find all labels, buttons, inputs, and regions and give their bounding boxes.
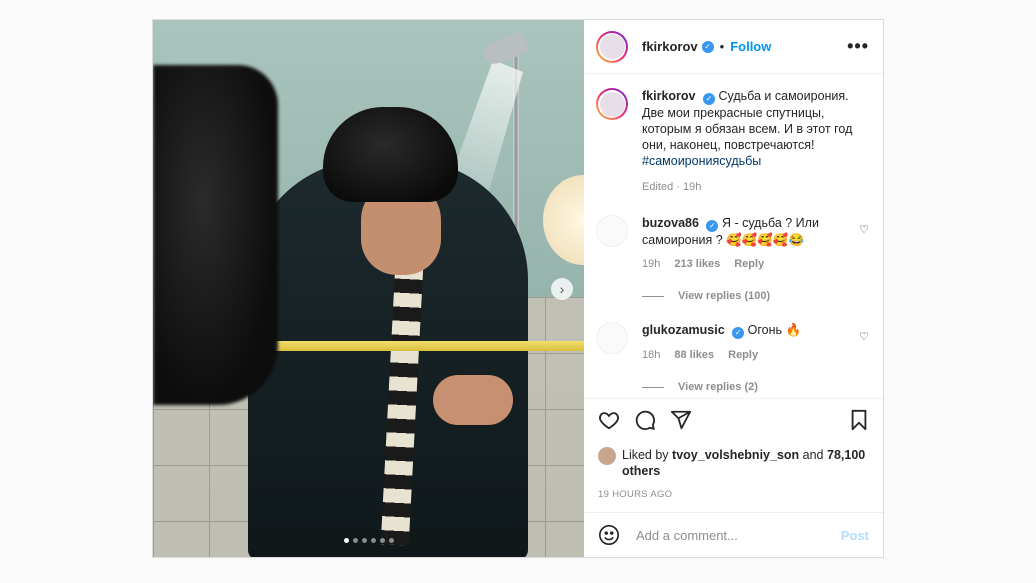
comment-time[interactable]: 19h [642, 256, 660, 272]
verified-badge-icon: ✓ [706, 220, 719, 232]
likes-summary: Liked by tvoy_volshebniy_son and 78,100 … [598, 447, 869, 479]
comment-likes[interactable]: 213 likes [674, 256, 720, 272]
chevron-right-icon: › [559, 281, 565, 297]
caption-username[interactable]: fkirkorov [642, 89, 696, 103]
comment-time[interactable]: 18h [642, 347, 660, 363]
bookmark-icon[interactable] [849, 409, 869, 431]
comment-username[interactable]: buzova86 [642, 216, 699, 230]
carousel-dot [370, 538, 376, 543]
like-comment-heart-icon[interactable]: ♡ [859, 330, 869, 343]
post-actions: Liked by tvoy_volshebniy_son and 78,100 … [584, 398, 883, 512]
carousel-dot [379, 538, 385, 543]
comments-list: fkirkorov ✓ Судьба и самоирония. Две мои… [584, 74, 883, 398]
comment-item: buzova86 ✓ Я - судьба ? Или самоирония ?… [596, 215, 869, 272]
carousel-dot [343, 538, 349, 543]
author-username[interactable]: fkirkorov [642, 39, 698, 54]
liked-by-username[interactable]: tvoy_volshebniy_son [672, 448, 799, 462]
comment-item: glukozamusic ✓ Огонь 🔥 18h 88 likes Repl… [596, 322, 869, 363]
verified-badge-icon: ✓ [732, 327, 745, 339]
more-options-button[interactable]: ••• [847, 36, 869, 57]
post-comment-button[interactable]: Post [841, 528, 869, 543]
post-side-panel: fkirkorov ✓ • Follow ••• fkirkorov ✓ Суд… [584, 20, 883, 557]
comment-likes[interactable]: 88 likes [674, 347, 714, 363]
heart-icon[interactable] [598, 409, 620, 431]
comment-text: Огонь 🔥 [747, 323, 802, 337]
follow-button[interactable]: Follow [730, 39, 771, 54]
carousel-dot [352, 538, 358, 543]
avatar[interactable] [596, 88, 628, 120]
post-header: fkirkorov ✓ • Follow ••• [584, 20, 883, 74]
hashtag-link[interactable]: #самоирониясудьбы [642, 154, 761, 168]
add-comment-bar: Post [584, 512, 883, 557]
avatar[interactable] [596, 30, 628, 63]
caption: fkirkorov ✓ Судьба и самоирония. Две мои… [596, 88, 869, 195]
post-timestamp[interactable]: 19 HOURS AGO [598, 489, 869, 500]
reply-button[interactable]: Reply [728, 347, 758, 363]
carousel-dot [388, 538, 394, 543]
post-image[interactable]: › [153, 20, 584, 557]
carousel-next-button[interactable]: › [551, 278, 573, 300]
comment-username[interactable]: glukozamusic [642, 323, 725, 337]
edited-timestamp: Edited · 19h [642, 181, 702, 193]
carousel-dot [361, 538, 367, 543]
like-comment-heart-icon[interactable]: ♡ [859, 223, 869, 236]
view-replies-button[interactable]: View replies (100) [642, 290, 869, 302]
verified-badge-icon: ✓ [702, 93, 715, 105]
emoji-icon[interactable] [598, 524, 620, 546]
avatar[interactable] [596, 322, 628, 354]
comment-input[interactable] [634, 526, 827, 544]
avatar[interactable] [596, 215, 628, 247]
view-replies-button[interactable]: View replies (2) [642, 381, 869, 393]
verified-badge-icon: ✓ [701, 40, 714, 53]
comment-icon[interactable] [634, 409, 656, 431]
reply-button[interactable]: Reply [734, 256, 764, 272]
post-card: › fkirkorov ✓ • Follow ••• fkirkorov ✓ С… [152, 19, 884, 558]
avatar[interactable] [598, 447, 616, 465]
carousel-indicator [153, 538, 584, 543]
share-icon[interactable] [670, 409, 692, 431]
